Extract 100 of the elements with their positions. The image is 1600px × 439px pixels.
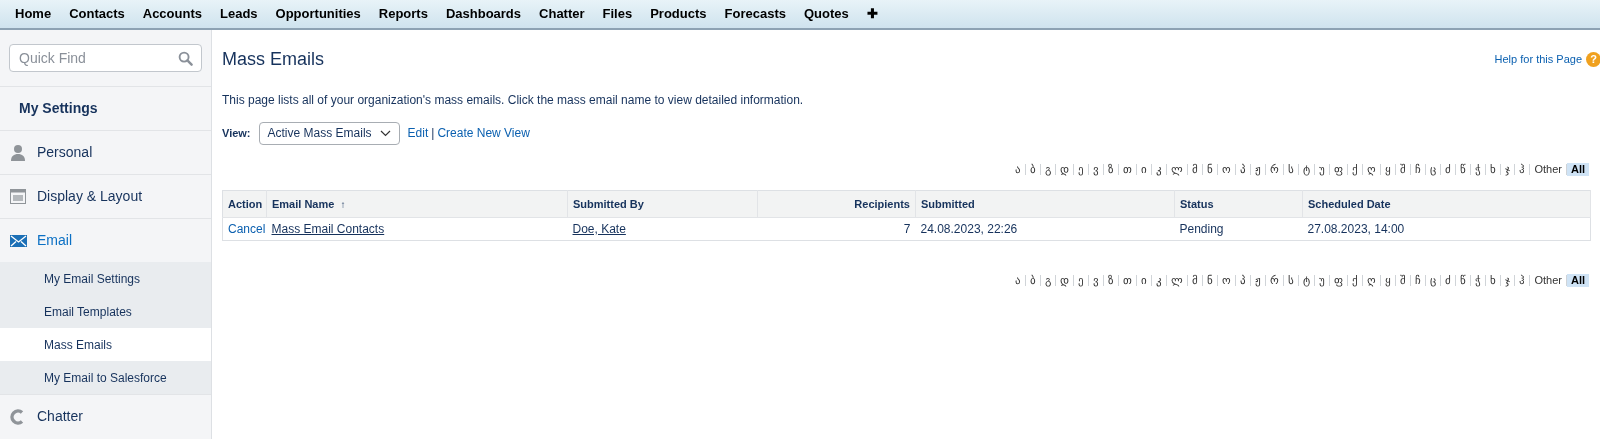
alphabet-filter-link[interactable]: Other [1530,163,1566,176]
alphabet-filter-link[interactable]: ქ [1348,274,1363,287]
alphabet-filter-link[interactable]: დ [1056,163,1074,176]
sidebar-subitem[interactable]: My Email Settings [0,262,211,295]
alphabet-filter-link[interactable]: თ [1119,163,1137,176]
alphabet-filter-link[interactable]: ი [1137,274,1152,287]
alphabet-filter-link[interactable]: ჰ [1515,274,1530,287]
email-name-link[interactable]: Mass Email Contacts [271,222,385,236]
alphabet-filter-link[interactable]: ა [1011,274,1026,287]
alphabet-filter-link[interactable]: ქ [1348,163,1363,176]
column-header[interactable]: Submitted [915,190,1175,218]
alphabet-filter-link[interactable]: ბ [1026,274,1041,287]
alphabet-filter-link[interactable]: ყ [1381,163,1396,176]
alphabet-filter-link[interactable]: წ [1456,163,1471,176]
alphabet-filter-link[interactable]: ბ [1026,163,1041,176]
alphabet-filter-link[interactable]: თ [1119,274,1137,287]
sidebar-subitem[interactable]: Email Templates [0,295,211,328]
sidebar-subitem[interactable]: My Email to Salesforce [0,361,211,394]
sidebar-item[interactable]: Email [37,230,72,251]
sidebar-item[interactable]: Display & Layout [37,186,143,207]
column-header[interactable]: Status [1174,190,1303,218]
alphabet-filter-link[interactable]: ს [1284,274,1299,287]
alphabet-filter-link[interactable]: ჟ [1251,163,1266,176]
alphabet-filter-link[interactable]: ღ [1363,163,1381,176]
alphabet-filter-link[interactable]: ყ [1381,274,1396,287]
alphabet-filter-link[interactable]: ო [1218,163,1236,176]
column-header[interactable]: Scheduled Date [1302,190,1591,218]
alphabet-filter-link[interactable]: უ [1315,163,1330,176]
alphabet-filter-link[interactable]: ვ [1089,163,1104,176]
alphabet-filter-link[interactable]: ჰ [1515,163,1530,176]
edit-link[interactable]: Edit [407,124,429,142]
help-link[interactable]: Help for this Page [1494,50,1582,68]
alphabet-filter-link[interactable]: პ [1236,163,1251,176]
alphabet-filter-link[interactable]: უ [1315,274,1330,287]
alphabet-filter-link[interactable]: ჭ [1471,274,1486,287]
alphabet-filter-link[interactable]: კ [1152,274,1167,287]
alphabet-filter-link[interactable]: ხ [1486,274,1501,287]
alphabet-filter-link[interactable]: ლ [1167,163,1188,176]
alphabet-filter-link[interactable]: ც [1426,274,1441,287]
nav-tab[interactable]: Chatter [530,4,594,24]
view-select[interactable]: Active Mass Emails [258,121,400,145]
alphabet-filter-link[interactable]: ლ [1167,274,1188,287]
user-link[interactable]: Doe, Kate [572,222,626,236]
alphabet-filter-link[interactable]: კ [1152,163,1167,176]
alphabet-filter-link[interactable]: ძ [1441,274,1456,287]
alphabet-filter-link[interactable]: შ [1396,274,1411,287]
alphabet-filter-link[interactable]: მ [1188,163,1203,176]
alphabet-filter-link[interactable]: წ [1456,274,1471,287]
alphabet-filter-link[interactable]: ფ [1330,163,1348,176]
alphabet-filter-link[interactable]: ძ [1441,163,1456,176]
alphabet-filter-link[interactable]: ო [1218,274,1236,287]
alphabet-filter-link[interactable]: ე [1074,163,1089,176]
alphabet-filter-link[interactable]: ვ [1089,274,1104,287]
column-header[interactable]: Submitted By [567,190,758,218]
nav-tab[interactable]: Contacts [60,4,134,24]
sidebar-item[interactable]: Personal [37,142,93,163]
alphabet-filter-link[interactable]: ტ [1299,163,1315,176]
alphabet-filter-link[interactable]: ჩ [1411,163,1426,176]
alphabet-filter-link[interactable]: პ [1236,274,1251,287]
nav-tab[interactable]: Products [641,4,716,24]
column-header[interactable]: Action [222,190,267,218]
alphabet-filter-link[interactable]: ნ [1203,274,1218,287]
sidebar-subitem[interactable]: Mass Emails [0,328,211,361]
cancel-link[interactable]: Cancel [228,222,266,236]
alphabet-filter-link[interactable]: ჯ [1501,163,1515,176]
alphabet-filter-link[interactable]: ს [1284,163,1299,176]
alphabet-filter-link[interactable]: გ [1041,163,1056,176]
column-header[interactable]: Recipients [757,190,916,218]
alphabet-filter-link[interactable]: Other [1530,274,1566,287]
alphabet-filter-link[interactable]: ზ [1104,163,1119,176]
alphabet-filter-link[interactable]: ღ [1363,274,1381,287]
alphabet-filter-link[interactable]: ფ [1330,274,1348,287]
nav-tab[interactable]: Home [6,4,61,24]
alphabet-filter-link[interactable]: ჟ [1251,274,1266,287]
alphabet-filter-link[interactable]: ჩ [1411,274,1426,287]
alphabet-filter-link[interactable]: ც [1426,163,1441,176]
alphabet-filter-link[interactable]: ჯ [1501,274,1515,287]
nav-tab[interactable]: ✚ [857,4,887,24]
nav-tab[interactable]: Accounts [133,4,211,24]
nav-tab[interactable]: Reports [369,4,437,24]
nav-tab[interactable]: Dashboards [436,4,531,24]
create-view-link[interactable]: Create New View [437,124,530,142]
nav-tab[interactable]: Files [593,4,642,24]
alphabet-filter-link[interactable]: All [1566,163,1589,176]
alphabet-filter-link[interactable]: All [1566,274,1589,287]
nav-tab[interactable]: Opportunities [266,4,370,24]
column-header[interactable]: Email Name ↑ [266,190,568,218]
quick-find-field[interactable]: Quick Find [9,44,202,72]
alphabet-filter-link[interactable]: ა [1011,163,1026,176]
alphabet-filter-link[interactable]: რ [1266,274,1284,287]
sidebar-item[interactable]: Chatter [37,406,83,427]
alphabet-filter-link[interactable]: დ [1056,274,1074,287]
nav-tab[interactable]: Forecasts [715,4,795,24]
alphabet-filter-link[interactable]: რ [1266,163,1284,176]
alphabet-filter-link[interactable]: ზ [1104,274,1119,287]
nav-tab[interactable]: Leads [211,4,267,24]
alphabet-filter-link[interactable]: გ [1041,274,1056,287]
alphabet-filter-link[interactable]: ე [1074,274,1089,287]
alphabet-filter-link[interactable]: შ [1396,163,1411,176]
alphabet-filter-link[interactable]: ი [1137,163,1152,176]
